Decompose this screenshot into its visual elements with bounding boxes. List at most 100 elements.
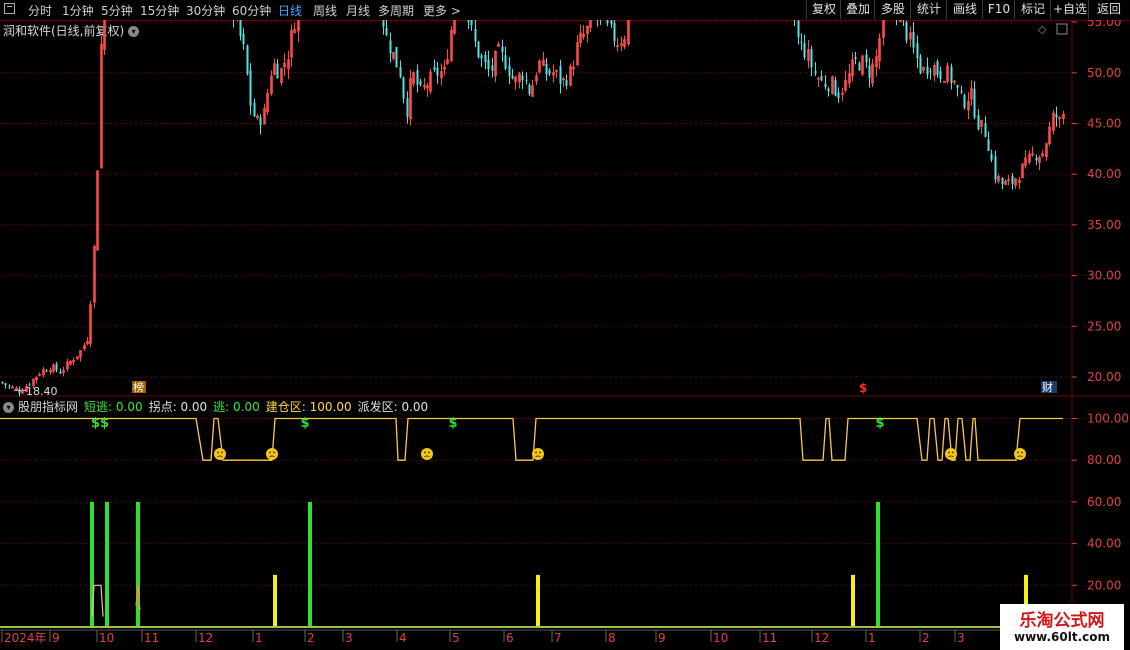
toolbar-button-0[interactable]: 复权: [806, 0, 841, 19]
toolbar-button-4[interactable]: 画线: [946, 0, 983, 19]
candle-body: [803, 43, 806, 58]
time-tick-label: 2: [922, 631, 930, 645]
period-tab-9[interactable]: 多周期: [378, 2, 414, 19]
overlay-marks: 84.7718.40榜$财◇: [14, 23, 1068, 398]
candle-body: [939, 71, 942, 79]
candle-body: [820, 76, 823, 81]
indicator-menu-icon[interactable]: ▾: [3, 402, 14, 413]
candle-body: [1055, 114, 1058, 118]
face-circle: [945, 447, 957, 460]
candle-body: [827, 88, 830, 92]
toolbar-button-6[interactable]: 标记: [1014, 0, 1051, 19]
period-tab-6[interactable]: 日线: [278, 2, 302, 19]
candle-body: [491, 65, 494, 71]
candle-body: [936, 61, 939, 75]
toolbar-button-5[interactable]: F10: [982, 0, 1015, 19]
time-tick-label: 10: [99, 631, 114, 645]
toolbar-button-3[interactable]: 统计: [910, 0, 947, 19]
candle-body: [474, 28, 477, 42]
candle-body: [511, 75, 514, 79]
candle-body: [242, 33, 245, 45]
window-icon[interactable]: [4, 3, 15, 14]
candle-body: [919, 56, 922, 74]
candle-body: [950, 66, 953, 84]
period-tab-1[interactable]: 1分钟: [62, 2, 94, 19]
indicator-name: 股朋指标网: [18, 400, 79, 414]
candle-body: [59, 371, 62, 374]
indicator-series: $$ $ $ $: [0, 416, 1063, 628]
short-escape-bar: [105, 501, 109, 627]
period-tab-5[interactable]: 60分钟: [232, 2, 271, 19]
candle-body: [984, 123, 987, 137]
candle-body: [382, 20, 385, 27]
candle-body: [501, 46, 504, 53]
candle-body: [528, 84, 531, 95]
time-tick-label: 5: [452, 631, 460, 645]
sad-face-icon: [1014, 447, 1026, 460]
time-tick-label: 8: [608, 631, 616, 645]
candle-body: [4, 383, 7, 386]
face-circle: [214, 447, 226, 460]
indicator-values: 短逃: 0.00 拐点: 0.00 逃: 0.00 建仓区: 100.00 派发区: 0…: [84, 400, 434, 414]
candlestick-series: [1, 20, 1065, 397]
face-eye: [1021, 451, 1023, 454]
candle-body: [929, 71, 932, 73]
indicator-title-bar: ▾ 股朋指标网 短逃: 0.00 拐点: 0.00 逃: 0.00 建仓区: 100.00…: [3, 398, 440, 415]
candle-body: [905, 21, 908, 41]
period-tab-4[interactable]: 30分钟: [186, 2, 225, 19]
indicator-tick-label: 20.00: [1087, 578, 1121, 592]
candle-body: [385, 27, 388, 36]
time-tick-label: 11: [144, 631, 159, 645]
indicator-field-1: 拐点: 0.00: [148, 400, 208, 414]
candle-body: [956, 85, 959, 88]
time-tick-label: 3: [957, 631, 965, 645]
candle-body: [55, 363, 58, 371]
candle-body: [416, 70, 419, 85]
period-tab-10[interactable]: 更多 >: [423, 2, 461, 19]
toolbar-button-7[interactable]: +自选: [1050, 0, 1089, 19]
price-tick-label: 35.00: [1087, 218, 1121, 232]
candle-body: [565, 80, 568, 86]
indicator-tick-label: 40.00: [1087, 537, 1121, 551]
candle-body: [504, 55, 507, 69]
toolbar-button-1[interactable]: 叠加: [840, 0, 875, 19]
candle-body: [912, 31, 915, 48]
sad-face-icon: [532, 447, 544, 460]
period-tab-8[interactable]: 月线: [346, 2, 370, 19]
indicator-field-3: 建仓区: 100.00: [265, 400, 352, 414]
face-circle: [266, 447, 278, 460]
indicator-tick-label: 80.00: [1087, 453, 1121, 467]
candle-body: [484, 54, 487, 63]
candle-body: [399, 66, 402, 78]
dollar-icon: $: [448, 416, 457, 431]
period-tab-0[interactable]: 分时: [28, 2, 52, 19]
event-marker-1: 榜: [133, 380, 144, 394]
candle-body: [433, 67, 436, 70]
candle-body: [797, 20, 800, 38]
candle-body: [926, 66, 929, 75]
toolbar-button-2[interactable]: 多股: [874, 0, 911, 19]
candle-body: [814, 71, 817, 74]
candle-body: [395, 47, 398, 68]
candle-body: [246, 45, 249, 75]
candle-body: [800, 41, 803, 43]
candle-body: [613, 23, 616, 42]
candle-body: [868, 65, 871, 79]
price-tick-label: 50.00: [1087, 66, 1121, 80]
watermark: 乐淘公式网 www.60lt.com: [1000, 604, 1124, 650]
price-axis: 20.00 25.00 30.00 35.00 40.00 45.00 50.00 55.00…: [0, 20, 1129, 645]
period-tab-2[interactable]: 5分钟: [101, 2, 133, 19]
time-tick-label: 7: [554, 631, 562, 645]
period-tab-7[interactable]: 周线: [313, 2, 337, 19]
time-tick-label: 2024年: [4, 631, 47, 645]
candle-body: [916, 43, 919, 59]
candle-body: [477, 41, 480, 58]
chart-area[interactable]: $$ $ $ $ 20.0025.0030.0035.0040.0045.0050.0…: [0, 20, 1130, 650]
toolbar-button-8[interactable]: 返回: [1088, 0, 1129, 19]
face-circle: [1014, 447, 1026, 460]
period-tab-3[interactable]: 15分钟: [140, 2, 179, 19]
time-tick-label: 11: [762, 631, 777, 645]
face-eye: [269, 451, 271, 454]
low-label: 18.40: [26, 385, 58, 398]
candle-body: [973, 88, 976, 118]
